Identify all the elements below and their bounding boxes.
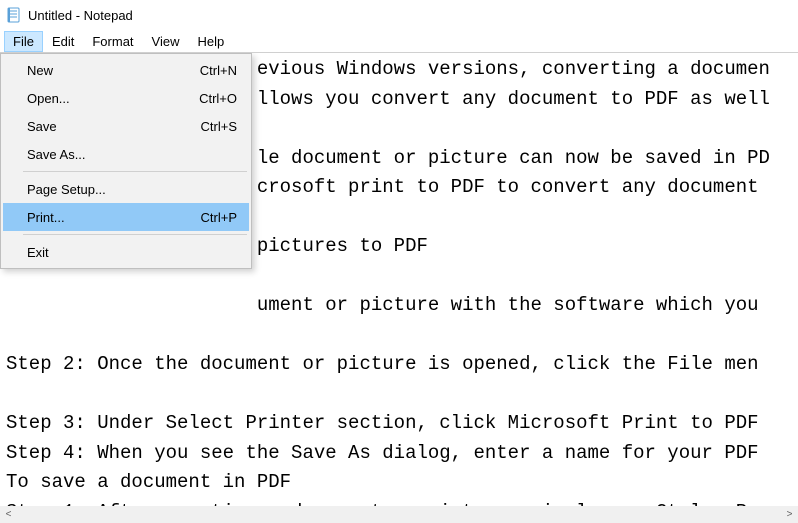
menu-format[interactable]: Format (83, 31, 142, 52)
file-menu-print[interactable]: Print...Ctrl+P (3, 203, 249, 231)
scroll-left-arrow[interactable]: < (0, 506, 17, 523)
horizontal-scrollbar[interactable]: < > (0, 506, 798, 523)
titlebar: Untitled - Notepad (0, 0, 798, 30)
file-menu-exit[interactable]: Exit (3, 238, 249, 266)
menu-item-label: Save As... (27, 147, 181, 162)
notepad-icon (6, 7, 22, 23)
menu-item-label: New (27, 63, 181, 78)
menu-item-shortcut: Ctrl+S (181, 119, 237, 134)
menu-view[interactable]: View (143, 31, 189, 52)
menu-item-shortcut: Ctrl+N (181, 63, 237, 78)
file-menu-new[interactable]: NewCtrl+N (3, 56, 249, 84)
file-menu-open[interactable]: Open...Ctrl+O (3, 84, 249, 112)
scroll-track[interactable] (17, 506, 781, 523)
menu-edit[interactable]: Edit (43, 31, 83, 52)
menu-file[interactable]: File (4, 31, 43, 52)
file-menu-dropdown: NewCtrl+NOpen...Ctrl+OSaveCtrl+SSave As.… (0, 53, 252, 269)
menu-item-label: Page Setup... (27, 182, 181, 197)
file-menu-save-as[interactable]: Save As... (3, 140, 249, 168)
editor-area[interactable]: evious Windows versions, converting a do… (0, 53, 798, 506)
scroll-right-arrow[interactable]: > (781, 506, 798, 523)
window-title: Untitled - Notepad (28, 8, 133, 23)
menu-separator (23, 234, 247, 235)
menu-item-shortcut: Ctrl+P (181, 210, 237, 225)
menubar: FileEditFormatViewHelp (0, 30, 798, 53)
menu-item-label: Print... (27, 210, 181, 225)
menu-item-label: Open... (27, 91, 181, 106)
menu-help[interactable]: Help (188, 31, 233, 52)
file-menu-save[interactable]: SaveCtrl+S (3, 112, 249, 140)
menu-item-label: Exit (27, 245, 181, 260)
menu-separator (23, 171, 247, 172)
menu-item-label: Save (27, 119, 181, 134)
menu-item-shortcut: Ctrl+O (181, 91, 237, 106)
file-menu-page-setup[interactable]: Page Setup... (3, 175, 249, 203)
